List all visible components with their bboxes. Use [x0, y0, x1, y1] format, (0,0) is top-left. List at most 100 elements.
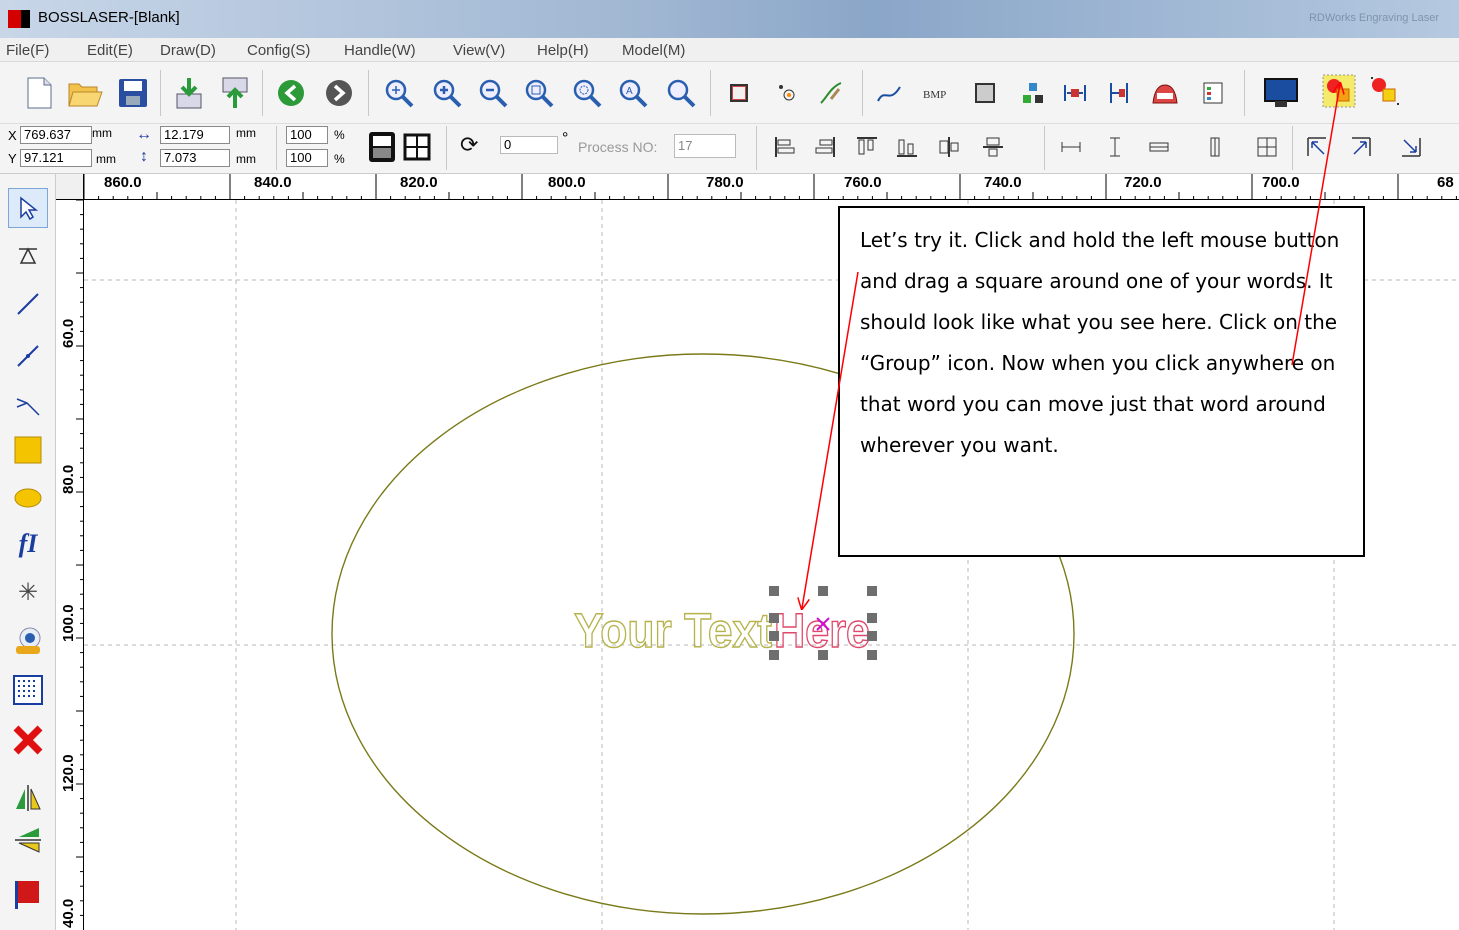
cut-icon[interactable]: [1146, 74, 1184, 112]
scale-y-field[interactable]: 100: [286, 149, 328, 167]
rectangle-tool-icon[interactable]: [720, 74, 758, 112]
window-title: BOSSLASER-[Blank]: [38, 9, 180, 26]
zoom-icon[interactable]: [662, 74, 700, 112]
mirror-horizontal-icon[interactable]: [8, 778, 48, 818]
layer-list-icon[interactable]: [1194, 74, 1232, 112]
open-folder-icon[interactable]: [66, 74, 104, 112]
text-tool-icon[interactable]: fI: [8, 524, 48, 564]
menu-handle[interactable]: Handle(W): [344, 42, 416, 59]
menu-model[interactable]: Model(M): [622, 42, 685, 59]
zoom-out-icon[interactable]: [474, 74, 512, 112]
rotate-icon: ⟳: [460, 132, 479, 157]
new-file-icon[interactable]: [20, 74, 58, 112]
x-unit: mm: [92, 126, 112, 140]
menu-config[interactable]: Config(S): [247, 42, 310, 59]
y-label: Y: [8, 151, 17, 166]
move-top-right-icon[interactable]: [1342, 128, 1380, 166]
align-left-icon[interactable]: [766, 128, 804, 166]
curve-tool-icon[interactable]: [8, 384, 48, 424]
y-value-field[interactable]: 97.121: [20, 149, 92, 167]
instruction-callout: Let’s try it. Click and hold the left mo…: [838, 206, 1365, 557]
align-bottom-icon[interactable]: [888, 128, 926, 166]
scale-x-percent: %: [334, 128, 345, 142]
dot-grid-tool-icon[interactable]: [8, 670, 48, 710]
menu-file[interactable]: File(F): [6, 42, 49, 59]
same-size-icon[interactable]: [1248, 128, 1286, 166]
menu-edit[interactable]: Edit(E): [87, 42, 133, 59]
ruler-h-label: 840.0: [254, 174, 292, 191]
lock-ratio-icon[interactable]: [366, 130, 398, 164]
ruler-v-label: 100.0: [60, 604, 77, 642]
vertical-ruler: 60.0 80.0 100.0 120.0 40.0: [56, 200, 84, 930]
move-bottom-right-icon[interactable]: [1392, 128, 1430, 166]
undo-icon[interactable]: [272, 74, 310, 112]
height-field[interactable]: 7.073: [160, 149, 230, 167]
array-copy-icon[interactable]: [1014, 74, 1052, 112]
import-icon[interactable]: [170, 74, 208, 112]
svg-text:A: A: [626, 86, 633, 97]
zoom-all-icon[interactable]: [568, 74, 606, 112]
menu-help[interactable]: Help(H): [537, 42, 589, 59]
rotate-field[interactable]: 0: [500, 136, 558, 154]
width-field[interactable]: 12.179: [160, 126, 230, 144]
ruler-v-label: 40.0: [60, 898, 77, 928]
ruler-h-label: 720.0: [1124, 174, 1162, 191]
process-field[interactable]: 17: [674, 134, 736, 158]
ungroup-icon[interactable]: [1366, 72, 1404, 110]
delete-icon[interactable]: [8, 720, 48, 760]
line-tool-icon[interactable]: [8, 284, 48, 324]
zoom-in-icon[interactable]: [428, 74, 466, 112]
mirror-vertical-icon[interactable]: [8, 820, 48, 860]
point-draw-icon[interactable]: ✳: [8, 572, 48, 612]
polyline-tool-icon[interactable]: [8, 336, 48, 376]
menu-bar: File(F) Edit(E) Draw(D) Config(S) Handle…: [0, 38, 1459, 62]
grid-icon[interactable]: [402, 132, 432, 162]
save-icon[interactable]: [114, 74, 152, 112]
menu-draw[interactable]: Draw(D): [160, 42, 216, 59]
same-height-icon[interactable]: [1196, 128, 1234, 166]
redo-icon[interactable]: [320, 74, 358, 112]
ruler-h-label: 760.0: [844, 174, 882, 191]
edit-nodes-icon[interactable]: [812, 74, 850, 112]
scale-x-field[interactable]: 100: [286, 126, 328, 144]
equal-spacing-h-icon[interactable]: [1052, 128, 1090, 166]
rectangle-draw-icon[interactable]: [8, 430, 48, 470]
align-right-icon[interactable]: [806, 128, 844, 166]
select-tool-icon[interactable]: [8, 188, 48, 228]
ruler-h-label: 800.0: [548, 174, 586, 191]
zoom-page-icon[interactable]: [520, 74, 558, 112]
node-edit-tool-icon[interactable]: [8, 234, 48, 274]
capture-tool-icon[interactable]: [8, 620, 48, 660]
x-value-field[interactable]: 769.637: [20, 126, 92, 144]
process-label: Process NO:: [578, 139, 658, 155]
scale-y-percent: %: [334, 152, 345, 166]
x-label: X: [8, 128, 17, 143]
menu-view[interactable]: View(V): [453, 42, 505, 59]
export-icon[interactable]: [216, 74, 254, 112]
callout-text: Let’s try it. Click and hold the left mo…: [860, 228, 1340, 457]
horizontal-ruler: 860.0 840.0 820.0 800.0 780.0 760.0 740.…: [84, 174, 1459, 200]
center-v-icon[interactable]: [974, 128, 1012, 166]
zoom-select-icon[interactable]: [380, 74, 418, 112]
ruler-v-label: 80.0: [60, 464, 77, 494]
ruler-h-label: 68: [1437, 174, 1454, 191]
layer-flag-icon[interactable]: [8, 874, 48, 914]
point-tool-icon[interactable]: [768, 74, 806, 112]
distance-h-icon[interactable]: [1056, 74, 1094, 112]
align-top-icon[interactable]: [848, 128, 886, 166]
frame-icon[interactable]: [966, 74, 1004, 112]
center-h-icon[interactable]: [930, 128, 968, 166]
monitor-icon[interactable]: [1262, 74, 1300, 112]
equal-spacing-v-icon[interactable]: [1096, 128, 1134, 166]
curve-smooth-icon[interactable]: [870, 74, 908, 112]
ruler-h-label: 740.0: [984, 174, 1022, 191]
same-width-icon[interactable]: [1140, 128, 1178, 166]
zoom-fit-icon[interactable]: A: [614, 74, 652, 112]
ellipse-draw-icon[interactable]: [8, 478, 48, 518]
ruler-h-label: 860.0: [104, 174, 142, 191]
move-top-left-icon[interactable]: [1298, 128, 1336, 166]
distance-v-icon[interactable]: [1100, 74, 1138, 112]
bitmap-icon[interactable]: BMP: [918, 74, 956, 112]
group-icon[interactable]: [1320, 72, 1358, 110]
width-unit: mm: [236, 126, 256, 140]
